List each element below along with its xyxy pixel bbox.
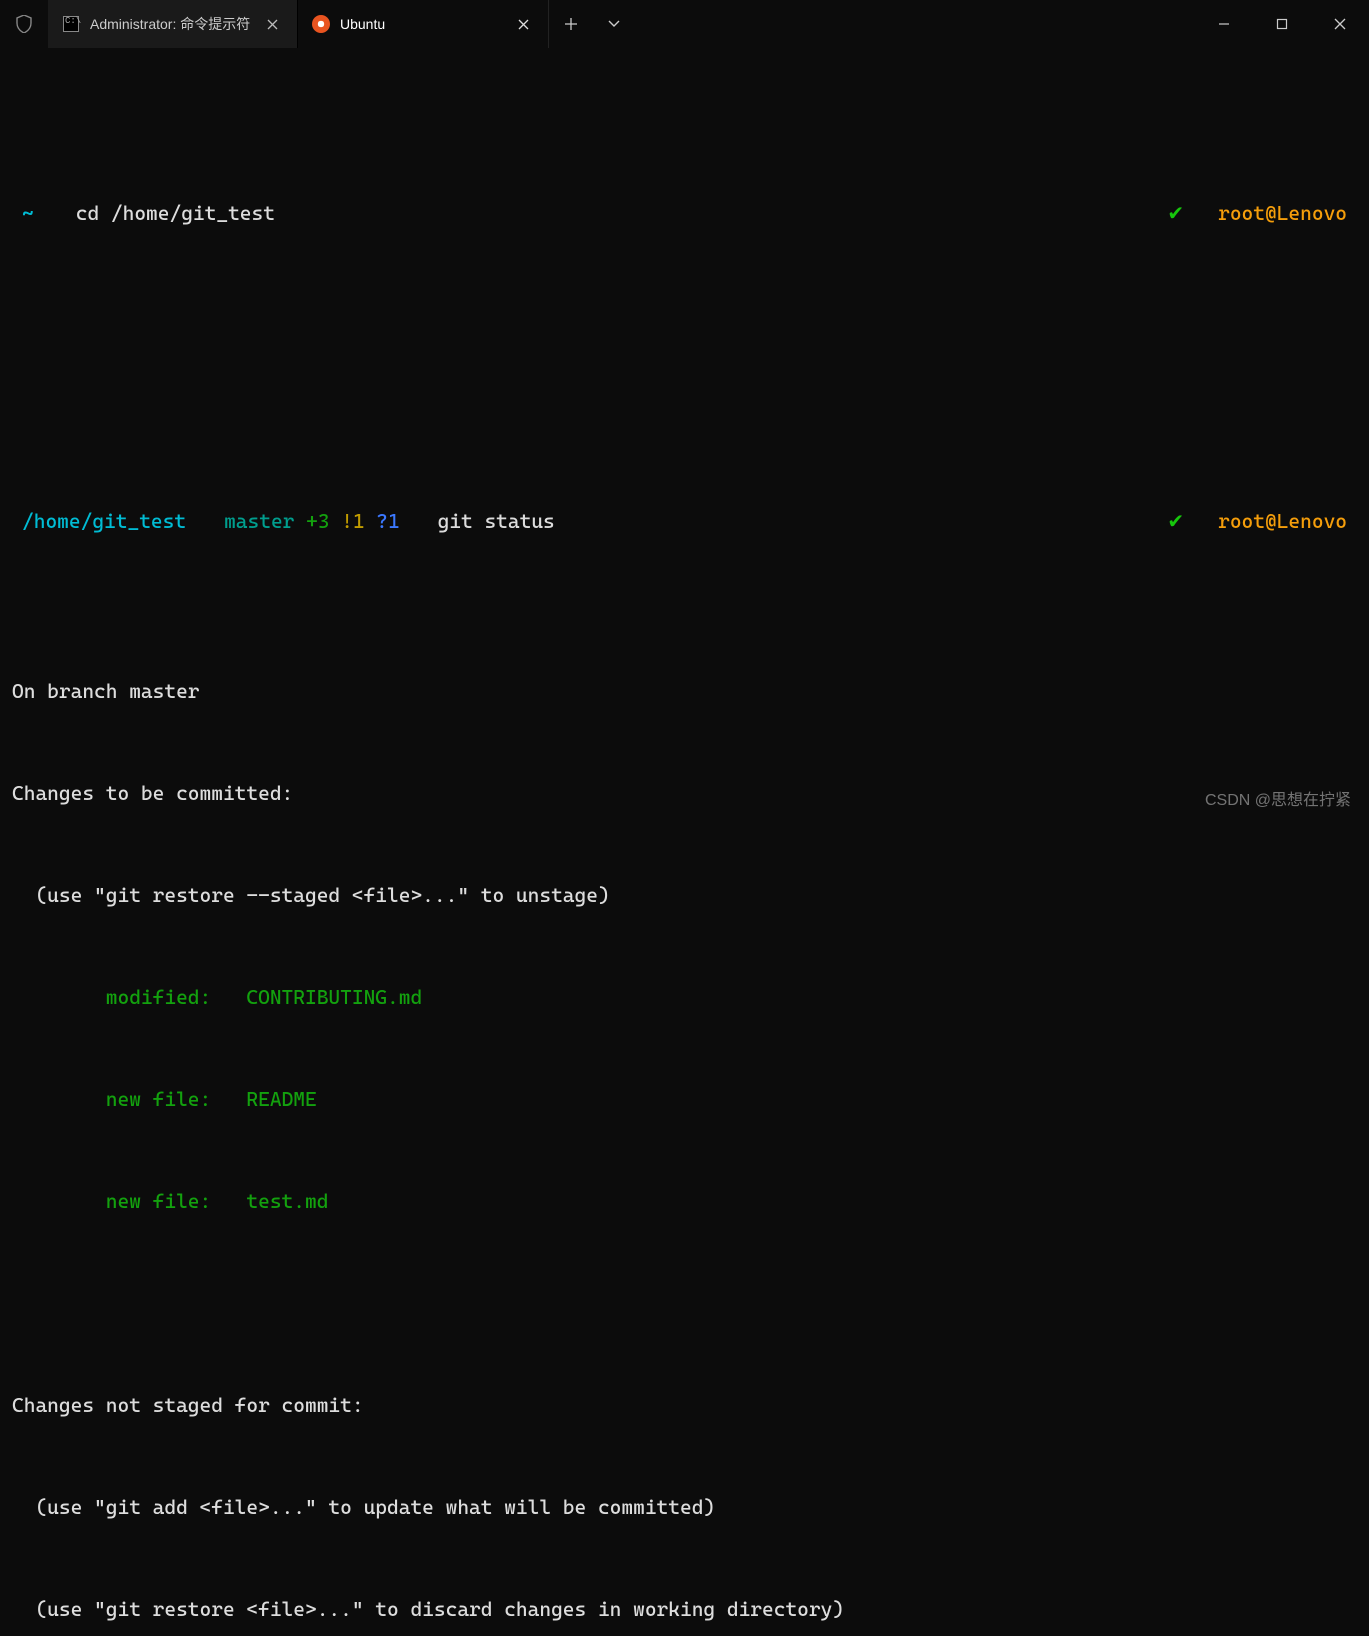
output-line: On branch master — [12, 674, 1357, 708]
close-icon[interactable] — [512, 13, 534, 35]
tab-dropdown-button[interactable] — [592, 0, 636, 48]
window-close-button[interactable] — [1311, 0, 1369, 48]
tab-cmd[interactable]: Administrator: 命令提示符 — [48, 0, 298, 48]
tab-label: Administrator: 命令提示符 — [90, 14, 250, 34]
output-line: (use "git restore --staged <file>..." to… — [12, 878, 1357, 912]
ubuntu-icon — [312, 15, 330, 33]
segment-arrow-left-icon — [1143, 196, 1157, 230]
app-menu-icon[interactable] — [0, 0, 48, 48]
output-line: Changes to be committed: — [12, 776, 1357, 810]
prompt-row-1: /home/git_test master +3 !1 ?1 git statu… — [12, 504, 1357, 538]
output-line-staged: new file: README — [12, 1082, 1357, 1116]
window-controls — [1195, 0, 1369, 48]
output-line: (use "git add <file>..." to update what … — [12, 1490, 1357, 1524]
output-line: Changes not staged for commit: — [12, 1388, 1357, 1422]
terminal[interactable]: ~ cd /home/git_test ✔ root@Lenovo /home/… — [0, 48, 1369, 1636]
status-check: ✔ — [1157, 504, 1194, 538]
command-text: cd /home/git_test — [58, 196, 285, 230]
userhost-segment: root@Lenovo — [1208, 504, 1357, 538]
output-line-staged: new file: test.md — [12, 1184, 1357, 1218]
close-icon[interactable] — [261, 13, 283, 35]
prompt-row-0: ~ cd /home/git_test ✔ root@Lenovo — [12, 196, 1357, 230]
tab-ubuntu[interactable]: Ubuntu — [298, 0, 548, 48]
maximize-button[interactable] — [1253, 0, 1311, 48]
userhost-segment: root@Lenovo — [1208, 196, 1357, 230]
cwd-segment: /home/git_test — [12, 504, 196, 538]
segment-arrow-icon — [406, 504, 420, 538]
new-tab-button[interactable] — [548, 0, 592, 48]
watermark: CSDN @思想在拧紧 — [1205, 786, 1351, 810]
segment-arrow-left-icon — [1143, 504, 1157, 538]
output-line: (use "git restore <file>..." to discard … — [12, 1592, 1357, 1626]
tab-label: Ubuntu — [340, 16, 385, 32]
tabs-container: Administrator: 命令提示符 Ubuntu — [48, 0, 636, 48]
command-text: git status — [420, 504, 565, 538]
segment-arrow-left-icon — [1194, 504, 1208, 538]
home-segment: ~ — [12, 196, 44, 230]
output-line-staged: modified: CONTRIBUTING.md — [12, 980, 1357, 1014]
segment-arrow-icon — [196, 504, 210, 538]
minimize-button[interactable] — [1195, 0, 1253, 48]
titlebar: Administrator: 命令提示符 Ubuntu — [0, 0, 1369, 48]
cmd-icon — [62, 15, 80, 33]
shield-icon — [16, 15, 32, 33]
segment-arrow-left-icon — [1194, 196, 1208, 230]
segment-arrow-icon — [44, 196, 58, 230]
git-status-segment: master +3 !1 ?1 — [210, 504, 406, 538]
status-check: ✔ — [1157, 196, 1194, 230]
